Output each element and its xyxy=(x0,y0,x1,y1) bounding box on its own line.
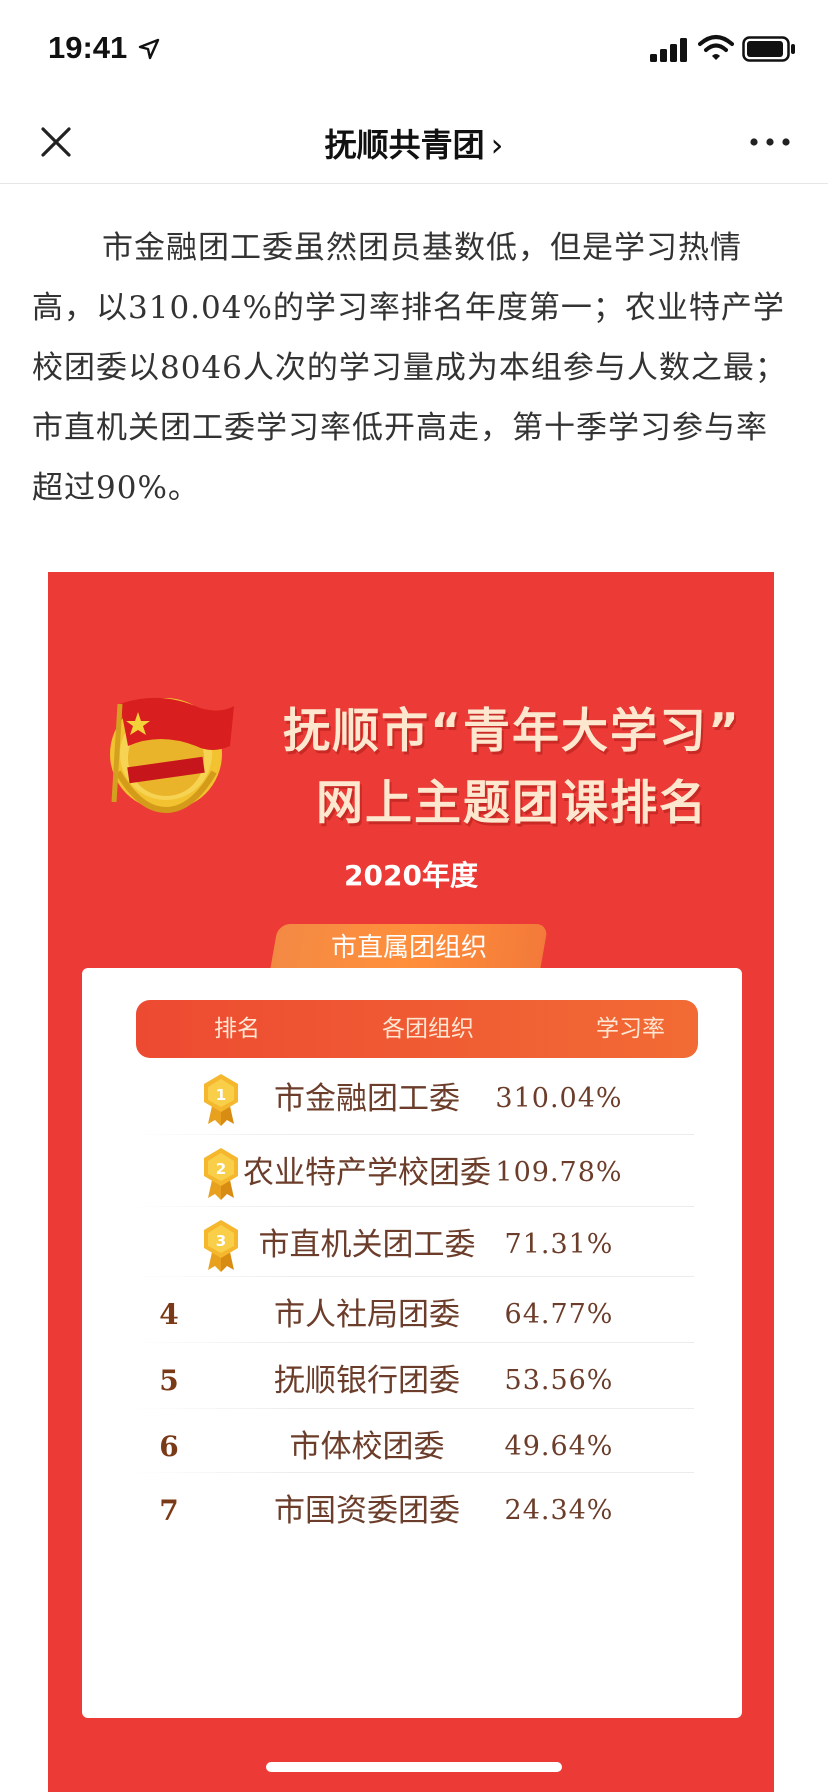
table-header: 排名 各团组织 学习率 xyxy=(136,1000,698,1058)
poster-title-line1: 抚顺市“青年大学习” xyxy=(283,704,741,759)
row-divider xyxy=(128,1472,694,1473)
youth-league-emblem-icon xyxy=(110,697,234,814)
table-row: 5 抚顺银行团委 53.56% xyxy=(82,1344,648,1418)
rank-number: 7 xyxy=(159,1494,179,1527)
table-row: 3 市直机关团工委 71.31% xyxy=(82,1208,648,1282)
ranking-poster: 抚顺市“青年大学习” 网上主题团课排名 2020年度 市直属团组织 排名 各团组… xyxy=(48,572,774,1792)
rate-cell: 53.56% xyxy=(504,1365,614,1396)
group-tab-label: 市直属团组织 xyxy=(330,933,487,963)
location-arrow-icon xyxy=(138,38,160,60)
account-title-link[interactable]: 抚顺共青团 › xyxy=(0,120,828,166)
rank-number: 5 xyxy=(159,1364,179,1397)
rate-cell: 64.77% xyxy=(504,1299,614,1330)
row-divider xyxy=(128,1342,694,1343)
rank-number: 6 xyxy=(159,1430,179,1463)
org-cell: 抚顺银行团委 xyxy=(274,1363,460,1399)
table-row: 2 农业特产学校团委 109.78% xyxy=(82,1136,648,1210)
rank-number: 4 xyxy=(159,1298,179,1331)
medal-number: 3 xyxy=(216,1232,226,1250)
rank-cell: 3 xyxy=(134,1208,238,1282)
more-icon[interactable] xyxy=(748,132,792,152)
table-row: 7 市国资委团委 24.34% xyxy=(82,1474,648,1548)
nav-bar: 抚顺共青团 › xyxy=(0,100,828,184)
rate-cell: 71.31% xyxy=(504,1229,614,1260)
rank-cell: 2 xyxy=(134,1136,238,1210)
status-bar: 19:41 xyxy=(0,0,828,100)
chevron-right-icon: › xyxy=(490,126,504,164)
rate-cell: 310.04% xyxy=(495,1083,623,1114)
org-cell: 农业特产学校团委 xyxy=(243,1155,491,1191)
rate-cell: 24.34% xyxy=(504,1495,614,1526)
rank-cell: 1 xyxy=(134,1062,238,1136)
medal-number: 2 xyxy=(216,1160,226,1178)
org-cell: 市直机关团工委 xyxy=(258,1227,476,1263)
account-title[interactable]: 抚顺共青团 xyxy=(325,126,485,164)
org-cell: 市人社局团委 xyxy=(274,1297,460,1333)
rank-cell: 5 xyxy=(134,1344,204,1418)
medal-number: 1 xyxy=(216,1086,226,1104)
header-org: 各团组织 xyxy=(382,1016,474,1042)
wifi-icon xyxy=(698,35,734,60)
rank-cell: 4 xyxy=(134,1278,204,1352)
row-divider xyxy=(128,1408,694,1409)
poster-title: 抚顺市“青年大学习” 网上主题团课排名 xyxy=(252,696,772,840)
header-rate: 学习率 xyxy=(596,1016,665,1042)
home-indicator xyxy=(266,1762,562,1772)
poster-year: 2020年度 xyxy=(344,859,478,892)
row-divider xyxy=(128,1276,694,1277)
signal-icon xyxy=(650,38,687,62)
battery-icon xyxy=(742,36,795,62)
rank-cell: 7 xyxy=(134,1474,204,1548)
header-rank: 排名 xyxy=(214,1016,260,1042)
ranking-table: 排名 各团组织 学习率 1 市金融团工委 310.04% 2 农业特产学校团委 109.7… xyxy=(82,968,742,1718)
status-time: 19:41 xyxy=(48,30,128,65)
row-divider xyxy=(128,1134,694,1135)
table-row: 1 市金融团工委 310.04% xyxy=(82,1062,648,1136)
org-cell: 市国资委团委 xyxy=(274,1493,460,1529)
article-paragraph: 市金融团工委虽然团员基数低，但是学习热情高，以310.04%的学习率排名年度第一… xyxy=(32,230,787,506)
row-divider xyxy=(128,1206,694,1207)
poster-title-line2: 网上主题团课排名 xyxy=(316,776,708,831)
table-row: 4 市人社局团委 64.77% xyxy=(82,1278,648,1352)
org-cell: 市金融团工委 xyxy=(274,1081,460,1117)
rate-cell: 109.78% xyxy=(495,1157,623,1188)
